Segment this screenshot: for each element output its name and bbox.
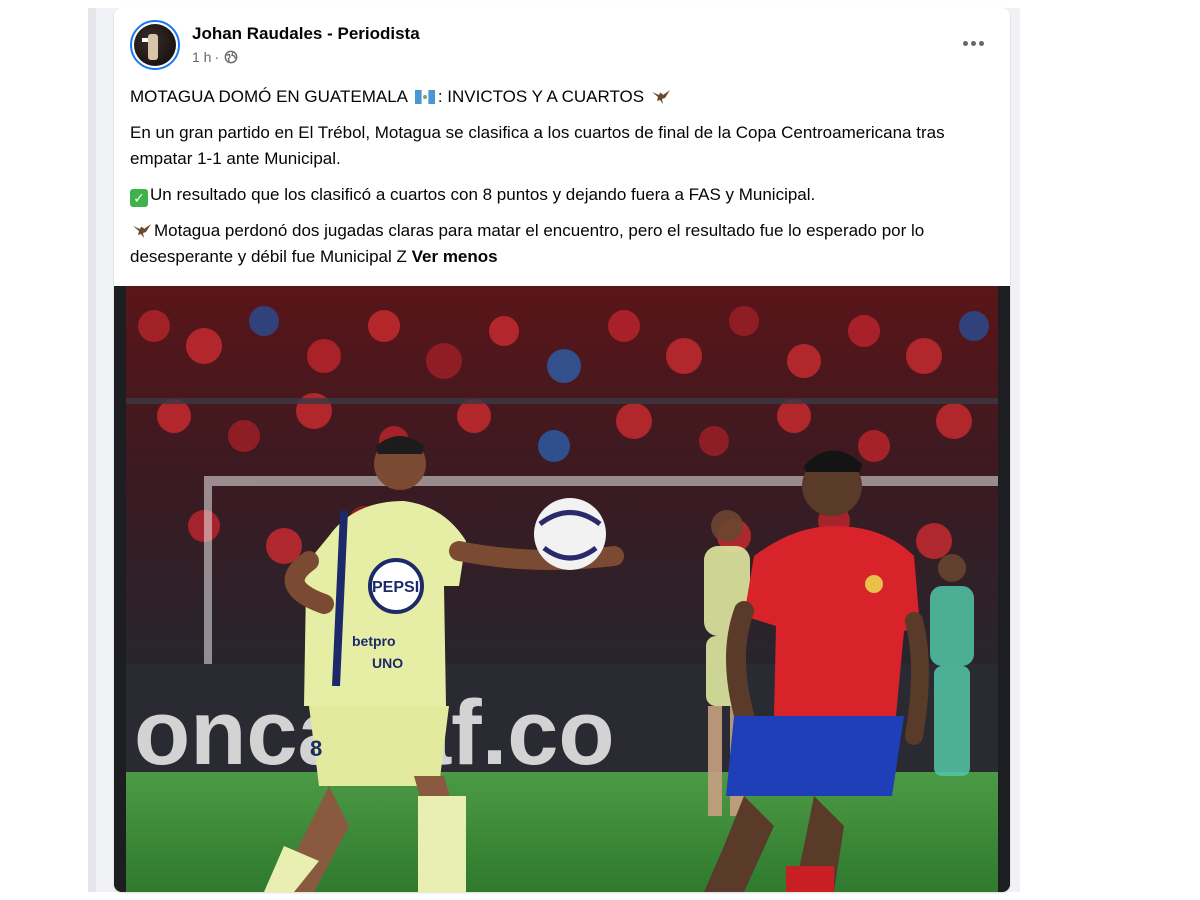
check-mark-icon: ✓ bbox=[130, 189, 148, 207]
avatar[interactable] bbox=[130, 20, 180, 70]
author-block: Johan Raudales - Periodista 1 h · bbox=[192, 23, 420, 67]
post-paragraph-2: ✓ Un resultado que los clasificó a cuarto… bbox=[130, 182, 1000, 208]
shirt-sponsor-text: PEPSI bbox=[372, 579, 419, 596]
guatemala-flag-icon bbox=[414, 90, 435, 104]
post-paragraph-3: Motagua perdonó dos jugadas claras para … bbox=[130, 218, 1000, 270]
paragraph-2-text: Un resultado que los clasificó a cuartos… bbox=[150, 185, 816, 204]
more-options-icon[interactable] bbox=[956, 30, 990, 56]
post-photo[interactable]: oncacaf.co bbox=[114, 286, 1010, 892]
post-text: MOTAGUA DOMÓ EN GUATEMALA : INVICTOS Y A… bbox=[130, 84, 1000, 280]
more-dot bbox=[962, 40, 968, 46]
post-meta: 1 h · bbox=[192, 47, 420, 67]
meta-separator: · bbox=[214, 49, 220, 65]
post-paragraph-1: En un gran partido en El Trébol, Motagua… bbox=[130, 123, 945, 168]
player-number: 8 bbox=[310, 736, 322, 761]
shirt-sponsor3-text: UNO bbox=[372, 655, 403, 671]
post-headline: MOTAGUA DOMÓ EN GUATEMALA : INVICTOS Y A… bbox=[130, 84, 1000, 110]
avatar-image bbox=[134, 24, 176, 66]
see-less-link[interactable]: Ver menos bbox=[412, 247, 498, 266]
shirt-sponsor2-text: betpro bbox=[352, 633, 396, 649]
headline-part1: MOTAGUA DOMÓ EN GUATEMALA bbox=[130, 87, 408, 106]
paragraph-3-text: Motagua perdonó dos jugadas claras para … bbox=[130, 221, 925, 266]
headline-part2: : INVICTOS Y A CUARTOS bbox=[437, 87, 645, 106]
post-time[interactable]: 1 h bbox=[192, 47, 211, 67]
author-name[interactable]: Johan Raudales - Periodista bbox=[192, 23, 420, 45]
eagle-icon bbox=[133, 224, 151, 238]
feed-left-border bbox=[88, 8, 96, 892]
page: Johan Raudales - Periodista 1 h · MOTAGU… bbox=[0, 0, 1200, 900]
post-header: Johan Raudales - Periodista 1 h · bbox=[130, 20, 420, 70]
match-photo-illustration: oncacaf.co bbox=[114, 286, 1010, 892]
globe-icon[interactable] bbox=[224, 50, 238, 64]
more-dot bbox=[970, 40, 976, 46]
eagle-icon bbox=[651, 90, 670, 104]
feed-post: Johan Raudales - Periodista 1 h · MOTAGU… bbox=[114, 8, 1010, 892]
soccer-ball bbox=[534, 498, 606, 570]
more-dot bbox=[978, 40, 984, 46]
